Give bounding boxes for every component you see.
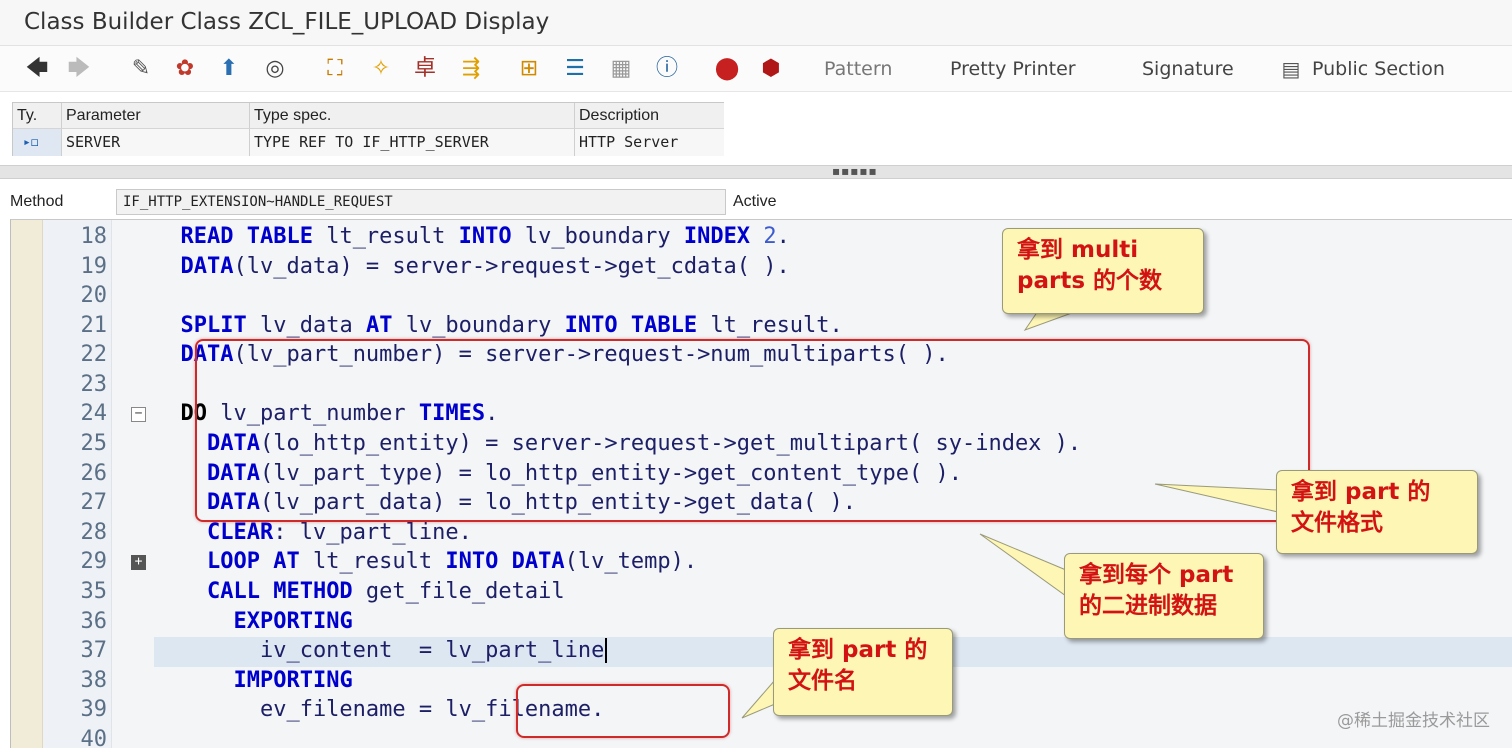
callout-content-type: 拿到 part 的 文件格式 — [1276, 470, 1478, 554]
callout-text: parts 的个数 — [1017, 268, 1163, 294]
callout-text: 文件名 — [788, 668, 857, 694]
callout-binary: 拿到每个 part 的二进制数据 — [1064, 553, 1264, 639]
callout-filename: 拿到 part 的 文件名 — [773, 628, 953, 716]
callout-tail-binary — [979, 533, 1067, 597]
callout-text: 拿到 part 的 — [1291, 479, 1431, 505]
callout-text: 拿到 multi — [1017, 237, 1139, 263]
callout-pointers — [741, 307, 1279, 719]
callout-text: 文件格式 — [1291, 510, 1383, 536]
callout-tail-filename — [741, 678, 776, 719]
callout-tail-content-type — [1154, 483, 1279, 513]
watermark: @稀土掘金技术社区 — [1337, 711, 1490, 731]
callout-text: 拿到 part 的 — [788, 637, 928, 663]
callout-multiparts: 拿到 multi parts 的个数 — [1002, 228, 1204, 314]
callout-text: 拿到每个 part — [1079, 562, 1234, 588]
callout-text: 的二进制数据 — [1079, 593, 1217, 619]
